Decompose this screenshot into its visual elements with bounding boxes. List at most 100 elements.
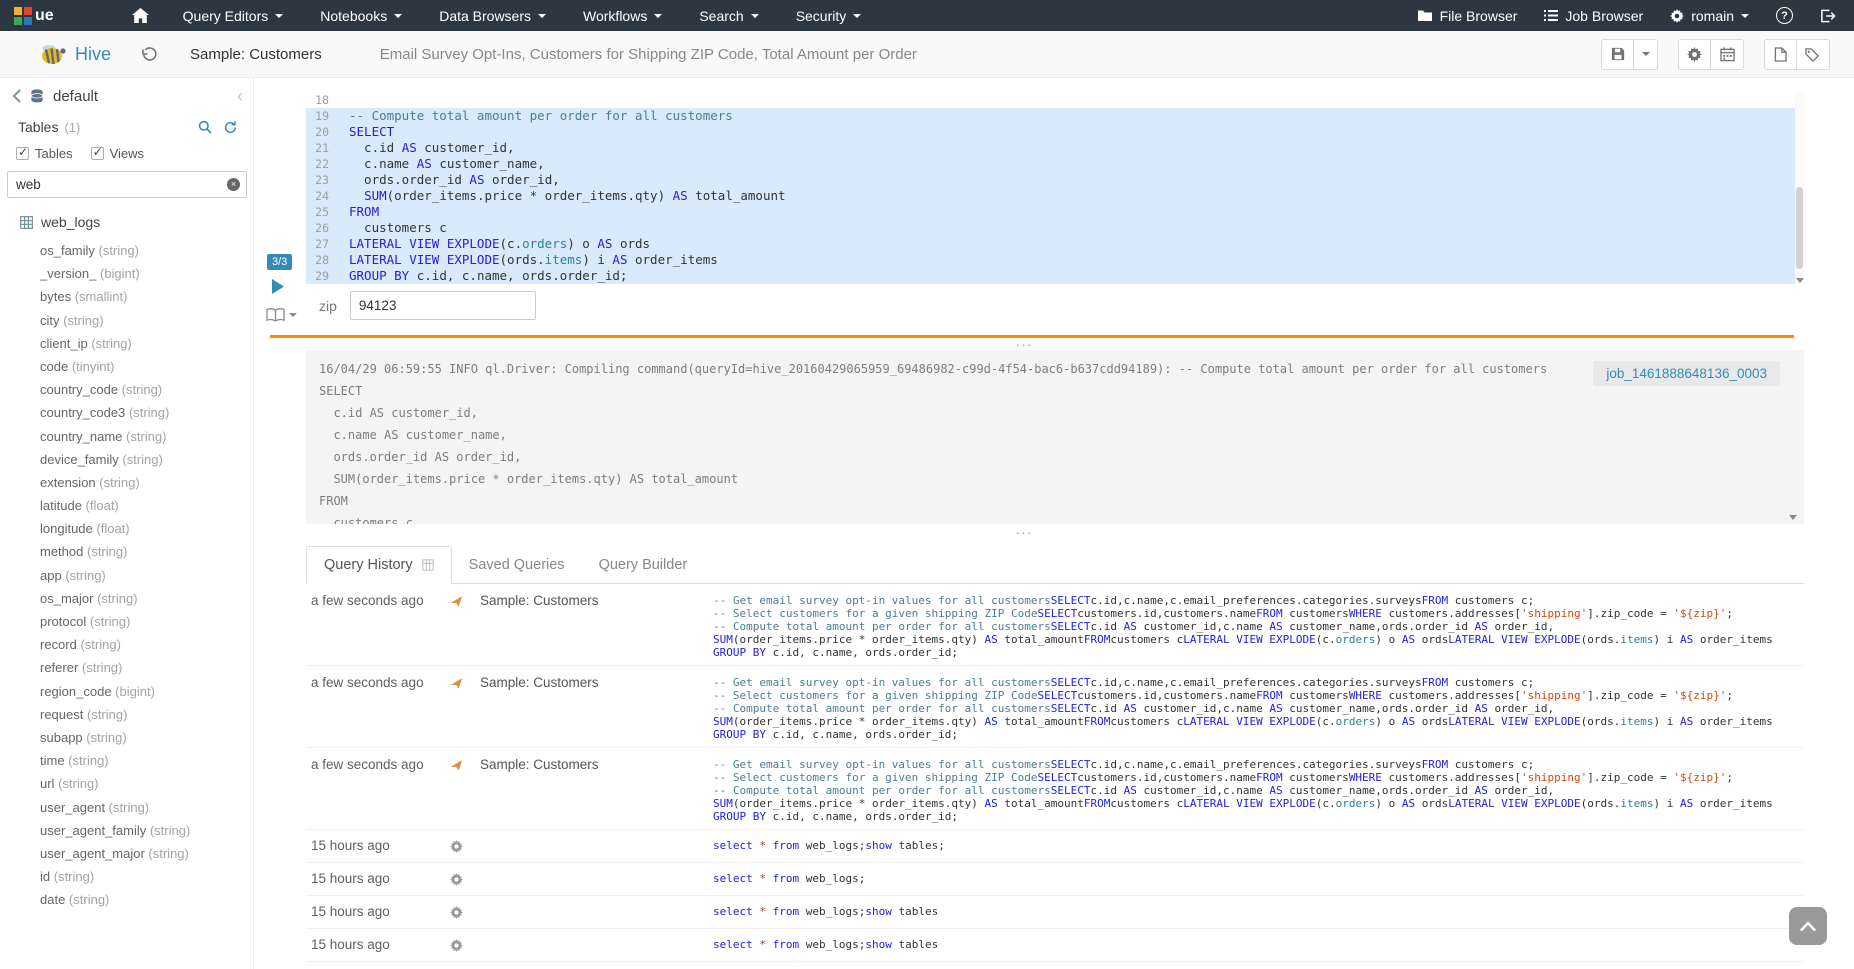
collapse-assist-icon[interactable]: ‹ xyxy=(237,87,243,105)
column-item-user_agent[interactable]: user_agent (string) xyxy=(0,796,253,819)
nav-menu-notebooks[interactable]: Notebooks xyxy=(320,8,402,24)
history-row-6[interactable]: 15 hours agoselect * from web_logs;show … xyxy=(306,896,1804,929)
results-resize-handle[interactable]: ··· xyxy=(254,529,1794,538)
column-item-url[interactable]: url (string) xyxy=(0,772,253,795)
column-item-country_name[interactable]: country_name (string) xyxy=(0,425,253,448)
code-line-24[interactable]: 24 SUM(order_items.price * order_items.q… xyxy=(306,188,1804,204)
refresh-icon[interactable] xyxy=(224,121,237,134)
history-row-1[interactable]: a few seconds agoSample: Customers-- Get… xyxy=(306,584,1804,666)
column-item-country_code3[interactable]: country_code3 (string) xyxy=(0,401,253,424)
column-item-subapp[interactable]: subapp (string) xyxy=(0,726,253,749)
column-item-os_family[interactable]: os_family (string) xyxy=(0,239,253,262)
history-row-7[interactable]: 15 hours agoselect * from web_logs;show … xyxy=(306,929,1804,962)
logout-button[interactable] xyxy=(1820,9,1836,23)
history-row-4[interactable]: 15 hours agoselect * from web_logs;show … xyxy=(306,830,1804,863)
log-scroll-down-icon[interactable] xyxy=(1789,515,1797,520)
query-history-icon[interactable] xyxy=(141,46,158,63)
editor-scrollbar[interactable] xyxy=(1795,92,1804,284)
code-line-25[interactable]: 25FROM xyxy=(306,204,1804,220)
column-item-user_agent_family[interactable]: user_agent_family (string) xyxy=(0,819,253,842)
table-item-web-logs[interactable]: web_logs xyxy=(0,207,253,237)
code-line-21[interactable]: 21 c.id AS customer_id, xyxy=(306,140,1804,156)
nav-menu-query-editors[interactable]: Query Editors xyxy=(183,8,284,24)
execute-button[interactable] xyxy=(271,278,285,295)
code-line-22[interactable]: 22 c.name AS customer_name, xyxy=(306,156,1804,172)
history-row-2[interactable]: a few seconds agoSample: Customers-- Get… xyxy=(306,666,1804,748)
column-item-app[interactable]: app (string) xyxy=(0,564,253,587)
column-type: (string) xyxy=(83,544,127,559)
code-line-26[interactable]: 26 customers c xyxy=(306,220,1804,236)
user-menu[interactable]: romain xyxy=(1670,8,1749,24)
column-item-user_agent_major[interactable]: user_agent_major (string) xyxy=(0,842,253,865)
column-item-bytes[interactable]: bytes (smallint) xyxy=(0,285,253,308)
column-item-id[interactable]: id (string) xyxy=(0,865,253,888)
history-row-8[interactable]: 15 hours agoselect * from web_logs;show … xyxy=(306,962,1804,969)
scroll-to-top-button[interactable] xyxy=(1789,907,1827,945)
schedule-button[interactable] xyxy=(1711,39,1744,70)
nav-menu-security[interactable]: Security xyxy=(796,8,862,24)
nav-menu-data-browsers[interactable]: Data Browsers xyxy=(439,8,546,24)
search-icon[interactable] xyxy=(198,120,212,134)
home-button[interactable] xyxy=(132,8,149,23)
column-item-referer[interactable]: referer (string) xyxy=(0,656,253,679)
save-button[interactable] xyxy=(1601,39,1634,70)
code-line-29[interactable]: 29GROUP BY c.id, c.name, ords.order_id; xyxy=(306,268,1804,284)
column-item-record[interactable]: record (string) xyxy=(0,633,253,656)
job-link[interactable]: job_1461888648136_0003 xyxy=(1606,366,1767,381)
code-editor[interactable]: 1819-- Compute total amount per order fo… xyxy=(306,92,1804,284)
column-item-_version_[interactable]: _version_ (bigint) xyxy=(0,262,253,285)
checkbox-tables[interactable] xyxy=(16,147,29,160)
editor-scrollbar-thumb[interactable] xyxy=(1796,187,1803,269)
nav-menu-label: Query Editors xyxy=(183,8,269,24)
clear-search-icon[interactable] xyxy=(227,178,240,191)
nav-menu-search[interactable]: Search xyxy=(699,8,758,24)
column-item-time[interactable]: time (string) xyxy=(0,749,253,772)
tab-query-history[interactable]: Query History xyxy=(306,546,452,584)
column-item-method[interactable]: method (string) xyxy=(0,540,253,563)
settings-button[interactable] xyxy=(1678,39,1711,70)
tags-button[interactable] xyxy=(1797,39,1830,70)
column-item-client_ip[interactable]: client_ip (string) xyxy=(0,332,253,355)
column-item-country_code[interactable]: country_code (string) xyxy=(0,378,253,401)
table-filter-input[interactable] xyxy=(7,171,247,198)
code-line-27[interactable]: 27LATERAL VIEW EXPLODE(c.orders) o AS or… xyxy=(306,236,1804,252)
column-item-device_family[interactable]: device_family (string) xyxy=(0,448,253,471)
help-button[interactable]: ? xyxy=(1776,7,1793,24)
query-title[interactable]: Sample: Customers xyxy=(190,46,322,63)
column-item-city[interactable]: city (string) xyxy=(0,309,253,332)
job-browser-link[interactable]: Job Browser xyxy=(1544,8,1643,24)
column-item-os_major[interactable]: os_major (string) xyxy=(0,587,253,610)
file-browser-link[interactable]: File Browser xyxy=(1417,8,1518,24)
code-line-18[interactable]: 18 xyxy=(306,92,1804,108)
filter-tables[interactable]: Tables xyxy=(16,146,73,161)
variable-zip-input[interactable] xyxy=(350,291,536,320)
column-item-longitude[interactable]: longitude (float) xyxy=(0,517,253,540)
nav-menu-workflows[interactable]: Workflows xyxy=(583,8,662,24)
database-name[interactable]: default xyxy=(53,88,98,105)
filter-views[interactable]: Views xyxy=(91,146,144,161)
tab-saved-queries[interactable]: Saved Queries xyxy=(452,546,582,583)
column-item-code[interactable]: code (tinyint) xyxy=(0,355,253,378)
save-dropdown-button[interactable] xyxy=(1634,39,1658,70)
column-item-date[interactable]: date (string) xyxy=(0,888,253,911)
code-line-23[interactable]: 23 ords.order_id AS order_id, xyxy=(306,172,1804,188)
column-item-region_code[interactable]: region_code (bigint) xyxy=(0,680,253,703)
column-item-extension[interactable]: extension (string) xyxy=(0,471,253,494)
app-name[interactable]: Hive xyxy=(75,44,111,65)
checkbox-views[interactable] xyxy=(91,147,104,160)
column-item-latitude[interactable]: latitude (float) xyxy=(0,494,253,517)
log-resize-handle[interactable]: ··· xyxy=(254,341,1794,350)
hue-logo[interactable]: ue xyxy=(14,7,54,25)
history-row-3[interactable]: a few seconds agoSample: Customers-- Get… xyxy=(306,748,1804,830)
code-line-28[interactable]: 28LATERAL VIEW EXPLODE(ords.items) i AS … xyxy=(306,252,1804,268)
editor-scroll-down-icon[interactable] xyxy=(1796,278,1804,283)
column-item-protocol[interactable]: protocol (string) xyxy=(0,610,253,633)
history-row-5[interactable]: 15 hours agoselect * from web_logs; xyxy=(306,863,1804,896)
back-icon[interactable] xyxy=(12,89,21,103)
functions-book-button[interactable] xyxy=(266,308,297,322)
code-line-19[interactable]: 19-- Compute total amount per order for … xyxy=(306,108,1804,124)
code-line-20[interactable]: 20SELECT xyxy=(306,124,1804,140)
tab-query-builder[interactable]: Query Builder xyxy=(582,546,705,583)
description-button[interactable] xyxy=(1764,39,1797,70)
column-item-request[interactable]: request (string) xyxy=(0,703,253,726)
